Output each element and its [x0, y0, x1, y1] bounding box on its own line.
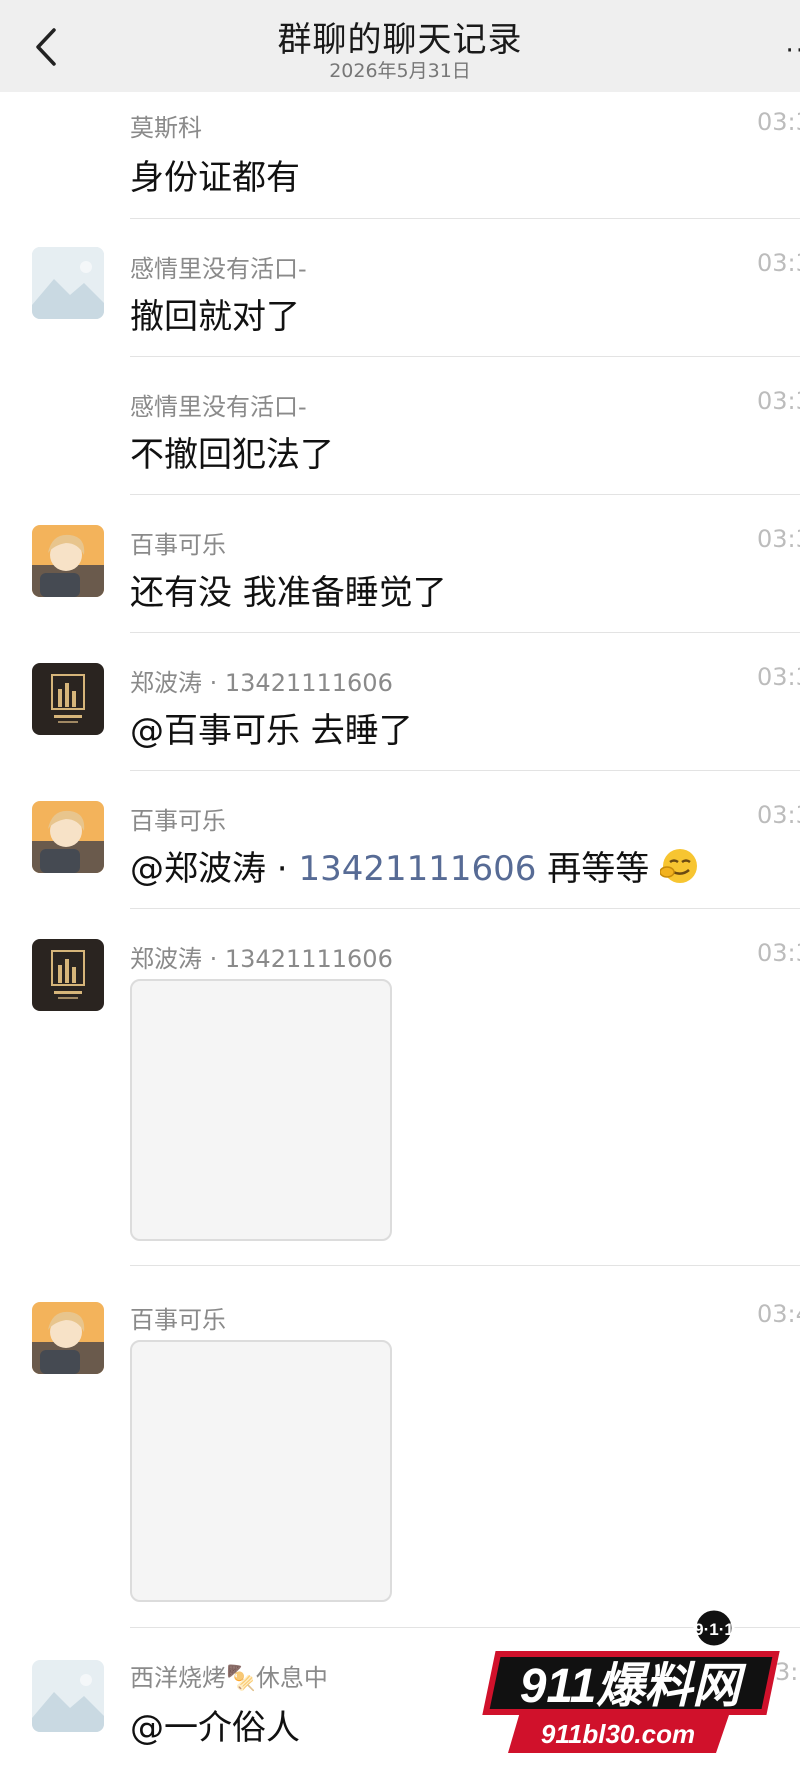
message-time: 03:3: [757, 801, 800, 829]
message-time: 03:3: [757, 387, 800, 415]
page-date: 2026年5月31日: [329, 60, 471, 82]
message-text[interactable]: @郑波涛 · 13421111606 再等等: [130, 841, 700, 890]
message-text[interactable]: 不撤回犯法了: [130, 427, 334, 476]
watermark-domain: 911bl30.com: [541, 1719, 695, 1749]
avatar[interactable]: [32, 663, 104, 735]
message-row: 感情里没有活口- 03:3 不撤回犯法了: [0, 357, 800, 495]
image-placeholder[interactable]: [130, 979, 392, 1241]
phone-link[interactable]: 13421111606: [298, 849, 536, 889]
message-text[interactable]: @一介俗人: [130, 1700, 300, 1749]
anime-avatar-icon: [32, 1302, 104, 1374]
sender-name: 百事可乐: [130, 531, 226, 559]
message-text[interactable]: 撤回就对了: [130, 289, 300, 338]
message-time: 03:3: [757, 663, 800, 691]
company-logo-icon: [32, 939, 104, 1011]
message-row: 百事可乐 03:3 @郑波涛 · 13421111606 再等等: [0, 771, 800, 909]
landscape-placeholder-icon: [32, 1660, 104, 1732]
message-row: 百事可乐 03:3 还有没 我准备睡觉了: [0, 495, 800, 633]
message-text[interactable]: @百事可乐 去睡了: [130, 703, 413, 752]
avatar[interactable]: [32, 525, 104, 597]
avatar[interactable]: [32, 247, 104, 319]
page-title: 群聊的聊天记录: [277, 20, 523, 60]
sender-name: 百事可乐: [130, 807, 226, 835]
sender-name: 郑波涛 · 13421111606: [130, 669, 393, 697]
sender-name: 感情里没有活口-: [130, 393, 307, 421]
watermark-graphic: 9·1·1 911爆料网 911bl30.com: [482, 1607, 780, 1753]
landscape-placeholder-icon: [32, 247, 104, 319]
message-text-prefix: @郑波涛 ·: [130, 849, 299, 889]
message-time: 03:4: [757, 1300, 800, 1328]
avatar[interactable]: [32, 1660, 104, 1732]
more-button[interactable]: ··: [785, 36, 800, 66]
smirk-emoji-icon: [659, 849, 698, 883]
message-row: 郑波涛 · 13421111606 03:3 @百事可乐 去睡了: [0, 633, 800, 771]
avatar[interactable]: [32, 801, 104, 873]
sender-name: 百事可乐: [130, 1306, 226, 1334]
message-time: 03:3: [757, 249, 800, 277]
sender-name: 感情里没有活口-: [130, 255, 307, 283]
watermark-logo: 9·1·1 911爆料网 911bl30.com: [480, 1607, 800, 1763]
sender-name: 莫斯科: [130, 114, 202, 142]
message-time: 03:3: [757, 525, 800, 553]
message-time: 03:3: [757, 108, 800, 136]
message-row: 郑波涛 · 13421111606 03:3: [0, 909, 800, 1266]
sender-name: 西洋烧烤🍢休息中: [130, 1664, 328, 1692]
sender-name: 郑波涛 · 13421111606: [130, 945, 393, 973]
top-bar: 群聊的聊天记录 2026年5月31日 ··: [0, 0, 800, 92]
avatar[interactable]: [32, 939, 104, 1011]
company-logo-icon: [32, 663, 104, 735]
watermark-brand: 911爆料网: [520, 1660, 748, 1713]
anime-avatar-icon: [32, 801, 104, 873]
message-row: 感情里没有活口- 03:3 撤回就对了: [0, 219, 800, 357]
image-placeholder[interactable]: [130, 1340, 392, 1602]
message-text-suffix: 再等等: [536, 849, 650, 889]
anime-avatar-icon: [32, 525, 104, 597]
message-row: 百事可乐 03:4: [0, 1266, 800, 1628]
message-row: 莫斯科 03:3 身份证都有: [0, 92, 800, 219]
message-time: 03:3: [757, 939, 800, 967]
avatar[interactable]: [32, 1302, 104, 1374]
watermark-badge: 9·1·1: [694, 1620, 734, 1639]
message-text[interactable]: 还有没 我准备睡觉了: [130, 565, 447, 614]
message-text[interactable]: 身份证都有: [130, 150, 300, 199]
